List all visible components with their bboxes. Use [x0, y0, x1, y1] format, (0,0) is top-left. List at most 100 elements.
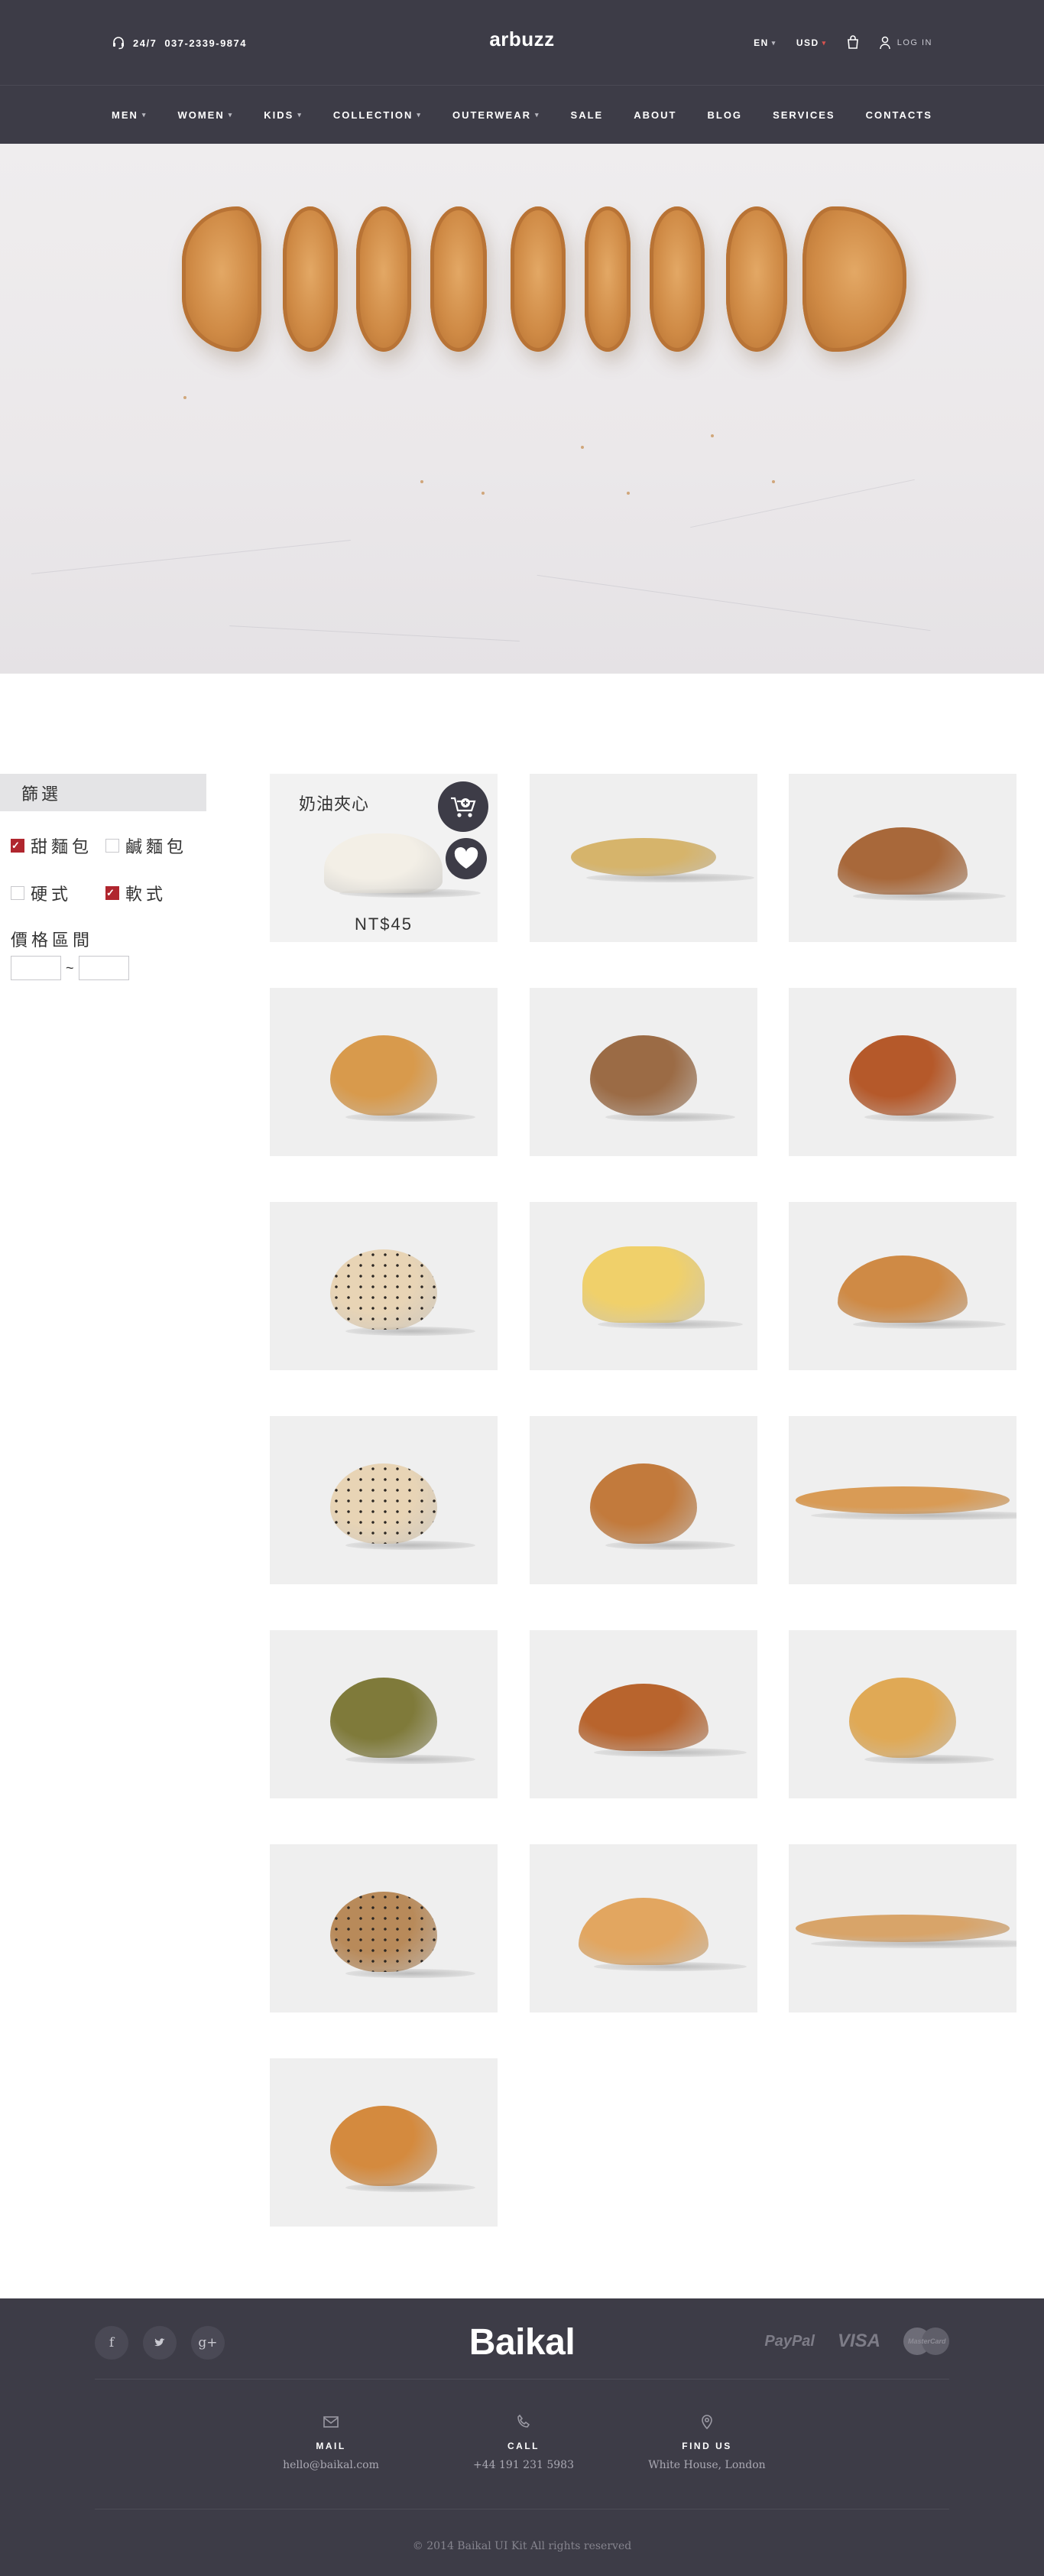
- product-card[interactable]: [270, 1202, 498, 1370]
- facebook-icon[interactable]: f: [95, 2326, 128, 2360]
- product-card[interactable]: [530, 774, 757, 942]
- nav-item-label: COLLECTION: [332, 109, 413, 121]
- contact-title: FIND US: [682, 2441, 732, 2451]
- product-card[interactable]: [789, 1844, 1016, 2012]
- checkbox[interactable]: ✓: [11, 839, 24, 853]
- currency-select[interactable]: USD ▾: [796, 37, 827, 48]
- nav-item-men[interactable]: MEN ▾: [112, 109, 147, 121]
- product-card[interactable]: [270, 1630, 498, 1798]
- language-select[interactable]: EN ▾: [754, 37, 777, 48]
- chevron-down-icon: ▾: [141, 110, 148, 119]
- product-image: [579, 1898, 708, 1965]
- product-image: [838, 827, 968, 895]
- product-card[interactable]: [789, 988, 1016, 1156]
- product-card[interactable]: [530, 1630, 757, 1798]
- product-card[interactable]: [789, 1630, 1016, 1798]
- nav-item-sale[interactable]: SALE: [571, 109, 604, 121]
- nav-item-women[interactable]: WOMEN ▾: [177, 109, 233, 121]
- nav-item-collection[interactable]: COLLECTION ▾: [333, 109, 422, 121]
- filter-title: 篩選: [0, 774, 206, 811]
- product-image: [571, 838, 716, 876]
- add-to-wishlist-button[interactable]: [446, 838, 487, 879]
- price-separator: ~: [66, 960, 74, 976]
- filter-hard-style[interactable]: 硬式: [11, 881, 72, 905]
- google-plus-icon[interactable]: g+: [191, 2326, 225, 2360]
- price-min-input[interactable]: [11, 956, 61, 980]
- footer-brand[interactable]: Baikal: [446, 2321, 598, 2363]
- main-navigation: MEN ▾ WOMEN ▾ KIDS ▾ COLLECTION ▾ OUTERWEAR ▾ SALE…: [0, 86, 1044, 144]
- filter-savory-bread[interactable]: 鹹麵包: [105, 833, 187, 858]
- product-image: [330, 1463, 437, 1544]
- nav-item-label: KIDS: [264, 109, 294, 121]
- product-card[interactable]: [530, 1202, 757, 1370]
- product-image: [324, 833, 443, 893]
- social-links: f g+: [95, 2326, 225, 2360]
- user-icon: [879, 36, 890, 50]
- product-card[interactable]: [270, 1416, 498, 1584]
- shopping-bag-button[interactable]: [847, 34, 859, 51]
- nav-item-outerwear[interactable]: OUTERWEAR ▾: [452, 109, 540, 121]
- nav-item-about[interactable]: ABOUT: [634, 109, 676, 121]
- nav-item-label: ABOUT: [634, 109, 677, 121]
- paypal-logo: PayPal: [764, 2332, 815, 2350]
- chevron-down-icon: ▾: [771, 38, 777, 47]
- product-image: [330, 2106, 437, 2186]
- contact-email-link[interactable]: hello@baikal.com: [247, 2459, 415, 2471]
- nav-item-label: SALE: [570, 109, 604, 121]
- checkbox[interactable]: [11, 886, 24, 900]
- phone-hours: 24/7: [133, 37, 157, 49]
- nav-item-blog[interactable]: BLOG: [707, 109, 742, 121]
- product-image: [590, 1463, 697, 1544]
- product-image: [796, 1486, 1010, 1514]
- chevron-down-icon: ▾: [534, 110, 540, 119]
- contact-phone-link[interactable]: +44 191 231 5983: [439, 2459, 608, 2471]
- product-card[interactable]: 奶油夾心 NT$45: [270, 774, 498, 942]
- contact-title: CALL: [507, 2441, 540, 2451]
- login-link[interactable]: LOG IN: [879, 36, 932, 50]
- product-card[interactable]: [270, 988, 498, 1156]
- price-max-input[interactable]: [78, 956, 129, 980]
- filter-option-label: 鹹麵包: [125, 837, 188, 856]
- product-card[interactable]: [530, 988, 757, 1156]
- nav-item-label: SERVICES: [773, 109, 835, 121]
- support-phone[interactable]: 24/7 037-2339-9874: [112, 34, 247, 52]
- nav-item-services[interactable]: SERVICES: [773, 109, 835, 121]
- product-card[interactable]: [270, 1844, 498, 2012]
- site-logo[interactable]: arbuzz: [459, 28, 585, 51]
- contact-find-us: FIND US White House, London: [623, 2413, 791, 2471]
- contact-title: MAIL: [316, 2441, 346, 2451]
- filter-sweet-bread[interactable]: ✓ 甜麵包: [11, 833, 92, 858]
- chevron-down-icon: ▾: [822, 38, 827, 47]
- contact-call: CALL +44 191 231 5983: [439, 2413, 608, 2471]
- product-card[interactable]: [789, 774, 1016, 942]
- twitter-icon[interactable]: [143, 2326, 177, 2360]
- filter-soft-style[interactable]: ✓ 軟式: [105, 881, 167, 905]
- mail-icon: [323, 2416, 339, 2428]
- chevron-down-icon: ▾: [228, 110, 234, 119]
- product-image: [796, 1915, 1010, 1942]
- filter-sidebar: 篩選 ✓ 甜麵包 鹹麵包 硬式 ✓ 軟式 價格區間 ~: [0, 774, 206, 980]
- filter-option-label: 硬式: [31, 885, 73, 904]
- nav-item-contacts[interactable]: CONTACTS: [866, 109, 932, 121]
- product-card[interactable]: [530, 1416, 757, 1584]
- checkbox[interactable]: [105, 839, 119, 853]
- login-label: LOG IN: [896, 38, 932, 47]
- nav-item-label: BLOG: [707, 109, 743, 121]
- product-card[interactable]: [530, 1844, 757, 2012]
- product-image: [590, 1035, 697, 1116]
- copyright: © 2014 Baikal UI Kit All rights reserved: [412, 2540, 632, 2552]
- nav-item-label: MEN: [112, 109, 138, 121]
- add-to-cart-button[interactable]: [438, 781, 488, 832]
- product-card[interactable]: [270, 2058, 498, 2227]
- product-name: 奶油夾心: [299, 794, 370, 814]
- product-image: [582, 1246, 705, 1323]
- product-card[interactable]: [789, 1416, 1016, 1584]
- product-card[interactable]: [789, 1202, 1016, 1370]
- payment-methods: PayPal VISA MasterCard: [764, 2327, 949, 2355]
- product-image: [330, 1678, 437, 1758]
- price-range: ~: [11, 956, 129, 980]
- nav-item-label: WOMEN: [177, 109, 225, 121]
- nav-item-kids[interactable]: KIDS ▾: [264, 109, 303, 121]
- checkbox[interactable]: ✓: [105, 886, 119, 900]
- mastercard-logo: MasterCard: [903, 2327, 949, 2355]
